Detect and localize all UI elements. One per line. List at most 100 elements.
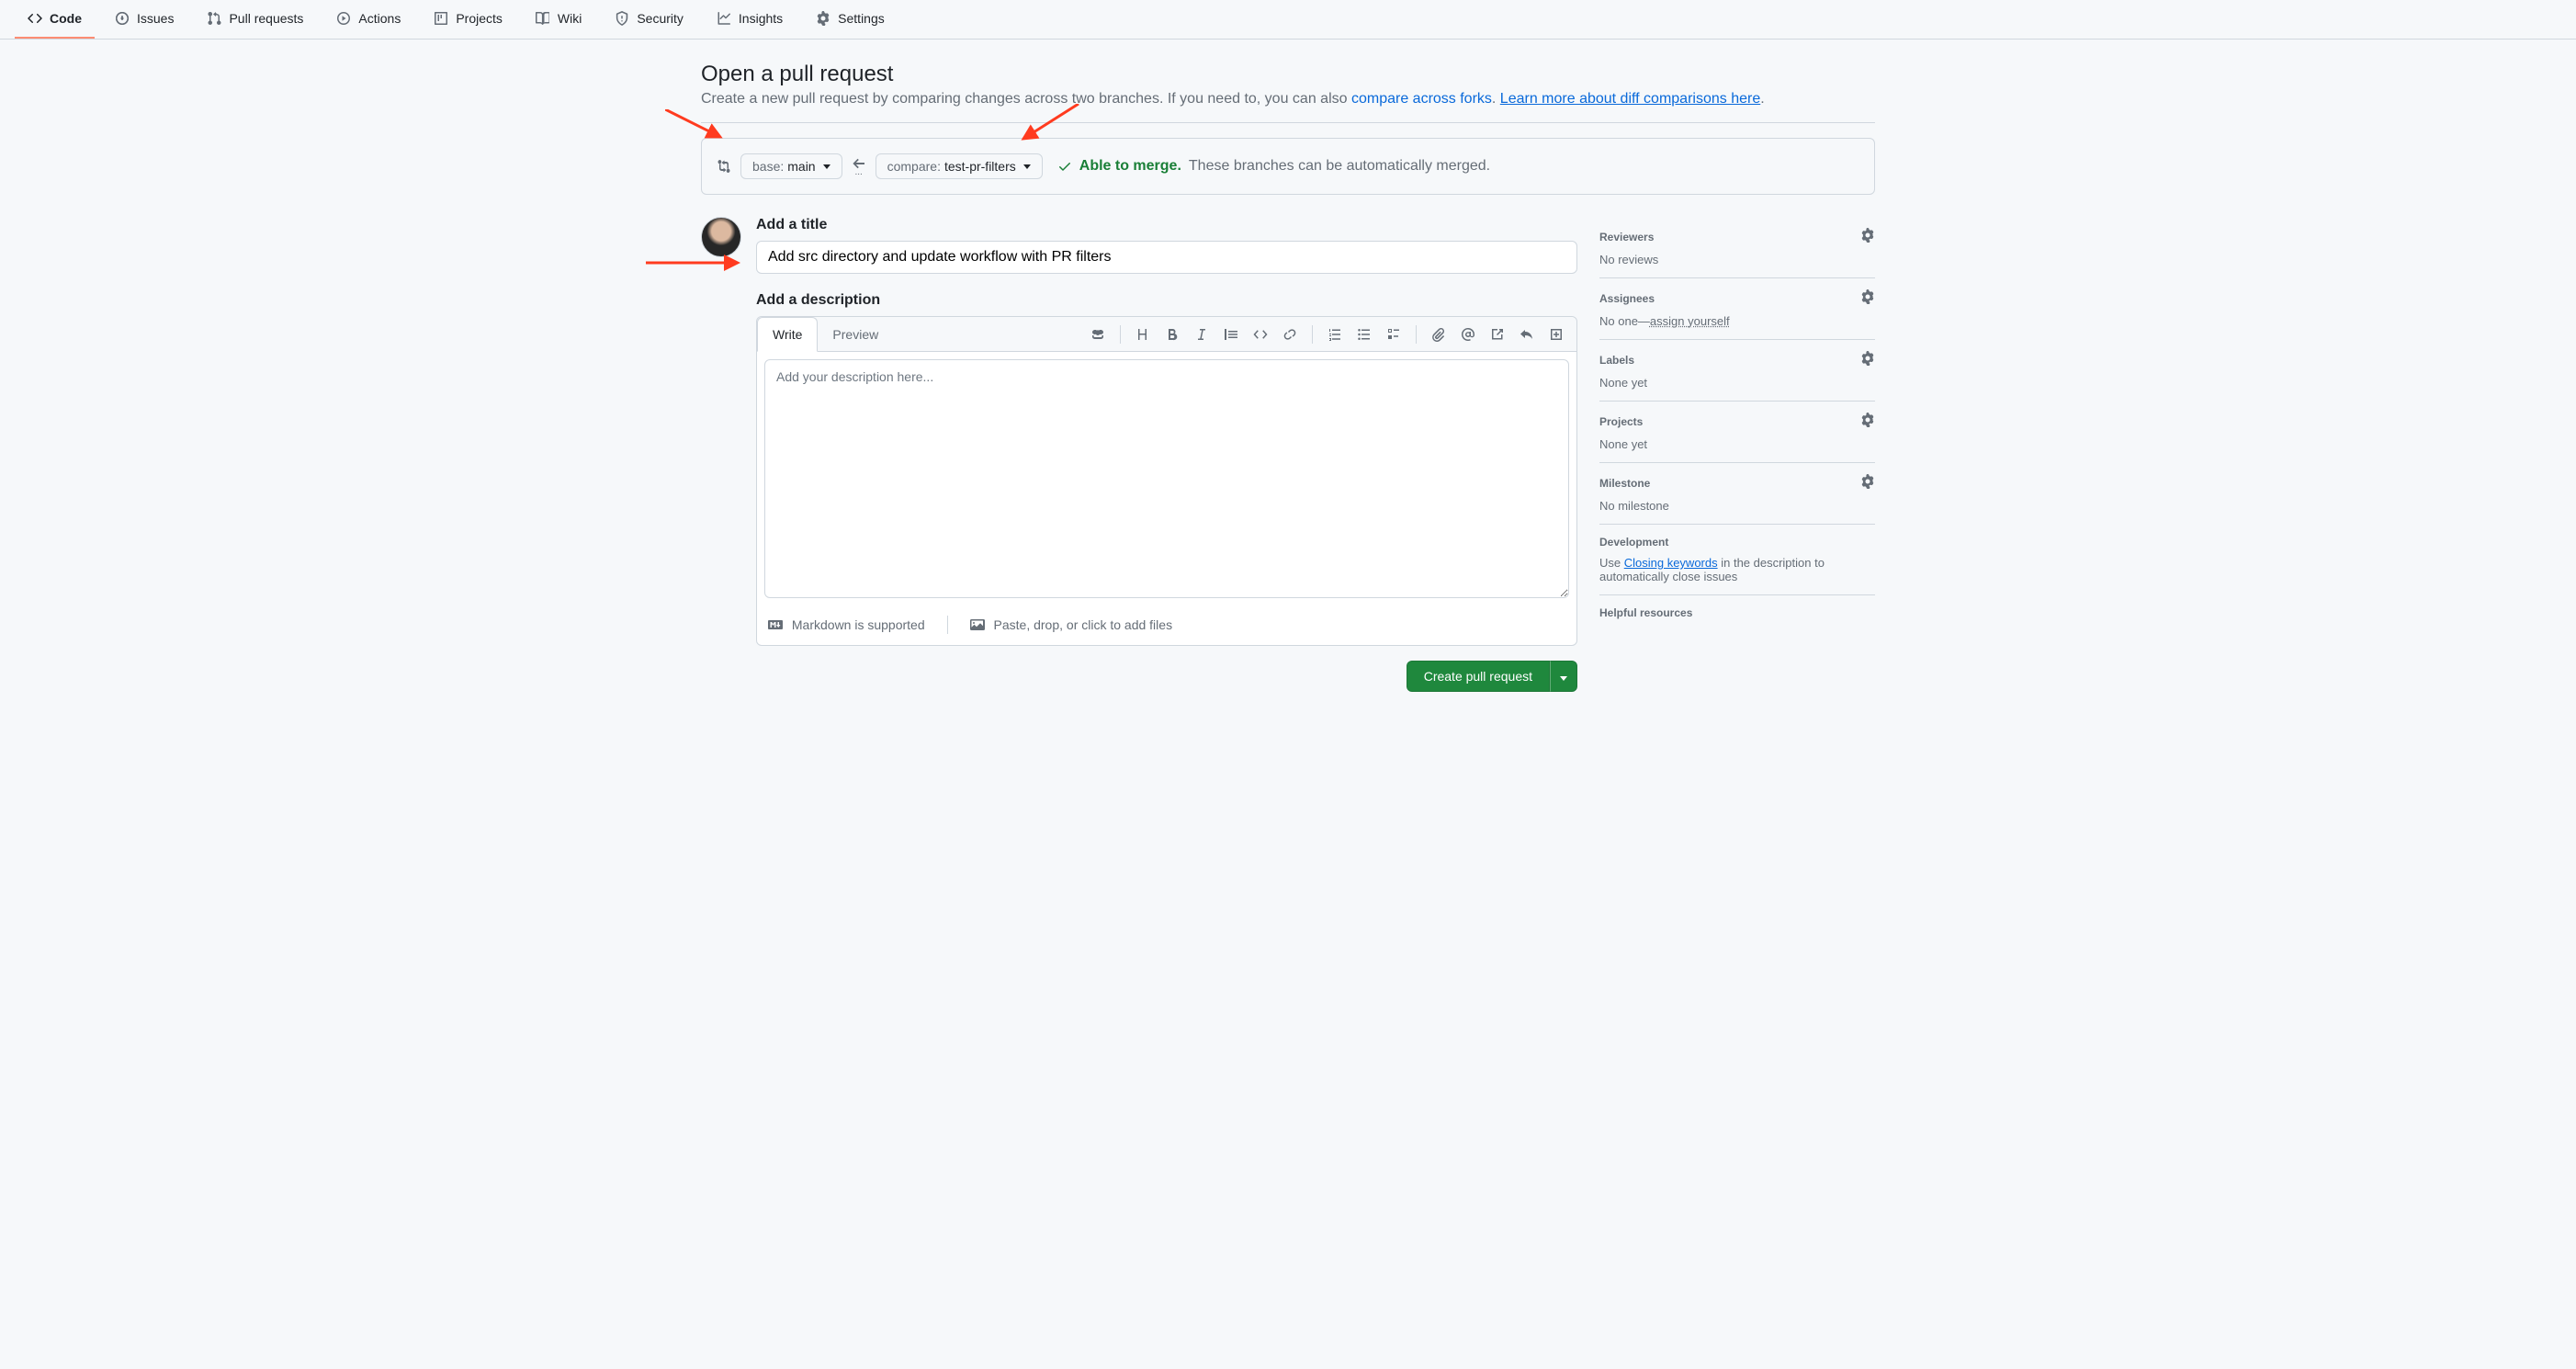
comment-footer: Markdown is supported Paste, drop, or cl… — [757, 608, 1576, 645]
gear-icon — [1860, 289, 1875, 304]
quote-icon[interactable] — [1218, 322, 1244, 347]
tab-security[interactable]: Security — [602, 0, 696, 39]
subtitle-end: . — [1760, 91, 1764, 107]
tab-actions-label: Actions — [358, 11, 401, 26]
sidebar-development: Development Use Closing keywords in the … — [1599, 525, 1875, 595]
reply-icon[interactable] — [1514, 322, 1540, 347]
italic-icon[interactable] — [1189, 322, 1215, 347]
sidebar-projects: Projects None yet — [1599, 402, 1875, 463]
tab-insights-label: Insights — [739, 11, 783, 26]
page-title: Open a pull request — [701, 62, 1875, 87]
diff-learn-link[interactable]: Learn more about diff comparisons here — [1500, 91, 1760, 107]
markdown-supported-link[interactable]: Markdown is supported — [768, 617, 925, 632]
cross-reference-icon[interactable] — [1485, 322, 1510, 347]
bold-icon[interactable] — [1159, 322, 1185, 347]
heading-icon[interactable] — [1130, 322, 1156, 347]
write-tab[interactable]: Write — [757, 317, 818, 352]
tab-actions[interactable]: Actions — [323, 0, 413, 39]
link-icon[interactable] — [1277, 322, 1303, 347]
attach-icon[interactable] — [1426, 322, 1452, 347]
subtitle-period: . — [1492, 91, 1500, 107]
resources-title: Helpful resources — [1599, 606, 1692, 619]
assignees-prefix: No one— — [1599, 314, 1650, 328]
compare-branch-name: test-pr-filters — [944, 159, 1016, 174]
labels-gear[interactable] — [1860, 351, 1875, 368]
arrow-left-icon: ... — [852, 158, 866, 175]
preview-tab[interactable]: Preview — [818, 317, 893, 351]
closing-keywords-link[interactable]: Closing keywords — [1624, 556, 1718, 570]
paste-files-link[interactable]: Paste, drop, or click to add files — [970, 617, 1172, 632]
repo-nav: Code Issues Pull requests Actions Projec… — [0, 0, 2576, 40]
assign-yourself-link[interactable]: assign yourself — [1650, 314, 1730, 328]
tab-issues-label: Issues — [137, 11, 174, 26]
merge-auto-text: These branches can be automatically merg… — [1189, 158, 1490, 175]
tab-pulls-label: Pull requests — [229, 11, 303, 26]
gear-icon — [1860, 228, 1875, 243]
tab-settings[interactable]: Settings — [803, 0, 898, 39]
header-separator — [701, 122, 1875, 123]
milestone-title: Milestone — [1599, 477, 1650, 490]
create-pr-button[interactable]: Create pull request — [1407, 661, 1550, 692]
sidebar-assignees: Assignees No one—assign yourself — [1599, 278, 1875, 340]
compare-box: base: main ... compare: test-pr-filters … — [701, 138, 1875, 195]
assignees-gear[interactable] — [1860, 289, 1875, 307]
page-header: Open a pull request Create a new pull re… — [701, 62, 1875, 107]
compare-forks-link[interactable]: compare across forks — [1351, 91, 1492, 107]
shield-icon — [615, 11, 629, 26]
main-column: Add a title Add a description Write Prev… — [701, 217, 1577, 692]
labels-title: Labels — [1599, 354, 1634, 367]
assignees-body: No one—assign yourself — [1599, 314, 1875, 328]
title-label: Add a title — [756, 217, 1577, 233]
reviewers-title: Reviewers — [1599, 231, 1654, 243]
unordered-list-icon[interactable] — [1351, 322, 1377, 347]
compare-prefix: compare: — [887, 159, 941, 174]
reviewers-body: No reviews — [1599, 253, 1875, 266]
tab-issues[interactable]: Issues — [102, 0, 186, 39]
merge-ok-text: Able to merge. — [1079, 158, 1181, 175]
reviewers-gear[interactable] — [1860, 228, 1875, 245]
dev-prefix: Use — [1599, 556, 1624, 570]
title-input[interactable] — [756, 241, 1577, 274]
description-textarea[interactable] — [764, 359, 1569, 598]
ordered-list-icon[interactable] — [1322, 322, 1348, 347]
base-branch-name: main — [787, 159, 815, 174]
caret-down-icon — [1560, 676, 1567, 681]
play-icon — [336, 11, 351, 26]
diff-icon[interactable] — [1543, 322, 1569, 347]
sidebar-milestone: Milestone No milestone — [1599, 463, 1875, 525]
projects-gear[interactable] — [1860, 413, 1875, 430]
tab-settings-label: Settings — [838, 11, 885, 26]
mention-icon[interactable] — [1455, 322, 1481, 347]
tab-code[interactable]: Code — [15, 0, 95, 39]
compare-branch-button[interactable]: compare: test-pr-filters — [876, 153, 1043, 179]
markdown-note-text: Markdown is supported — [792, 617, 925, 632]
tab-wiki-label: Wiki — [558, 11, 582, 26]
tab-pulls[interactable]: Pull requests — [194, 0, 316, 39]
git-pull-request-icon — [207, 11, 221, 26]
markdown-toolbar — [1085, 322, 1569, 347]
milestone-gear[interactable] — [1860, 474, 1875, 492]
check-icon — [1057, 159, 1072, 174]
annotation-arrow-2 — [1014, 104, 1088, 146]
user-avatar[interactable] — [701, 217, 741, 257]
development-body: Use Closing keywords in the description … — [1599, 556, 1875, 583]
create-pr-dropdown[interactable] — [1550, 661, 1577, 692]
sidebar-labels: Labels None yet — [1599, 340, 1875, 402]
sidebar: Reviewers No reviews Assignees No one—as… — [1599, 217, 1875, 692]
task-list-icon[interactable] — [1381, 322, 1407, 347]
main-container: Open a pull request Create a new pull re… — [686, 40, 1890, 714]
gear-icon — [816, 11, 830, 26]
code-icon[interactable] — [1248, 322, 1273, 347]
tab-projects[interactable]: Projects — [421, 0, 515, 39]
base-branch-button[interactable]: base: main — [740, 153, 842, 179]
assignees-title: Assignees — [1599, 292, 1655, 305]
code-icon — [28, 11, 42, 26]
git-compare-icon — [717, 159, 731, 174]
tab-wiki[interactable]: Wiki — [523, 0, 594, 39]
copilot-icon[interactable] — [1085, 322, 1111, 347]
book-icon — [536, 11, 550, 26]
gear-icon — [1860, 351, 1875, 366]
tab-insights[interactable]: Insights — [704, 0, 796, 39]
projects-title: Projects — [1599, 415, 1643, 428]
project-icon — [434, 11, 448, 26]
